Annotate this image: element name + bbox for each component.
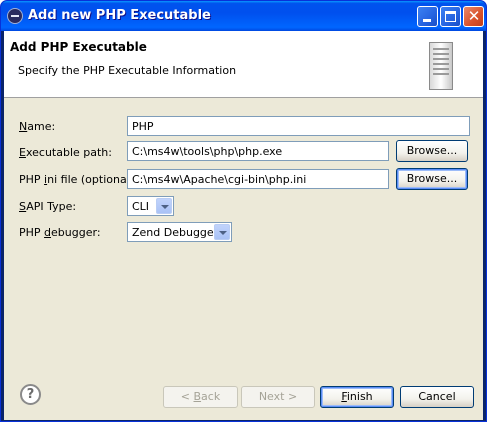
finish-button[interactable]: Finish [320,386,394,408]
name-input[interactable]: PHP [127,116,470,136]
browse-ini-button[interactable]: Browse... [396,168,468,190]
minimize-icon [423,19,431,22]
debugger-label: PHP debugger: [19,226,101,239]
maximize-button[interactable] [440,6,461,27]
executable-path-label: Executable path: [19,146,112,159]
sapi-type-value: CLI [132,200,150,213]
cancel-button[interactable]: Cancel [400,386,474,408]
debugger-value: Zend Debugger [132,226,219,239]
sapi-type-select[interactable]: CLI [127,196,174,216]
executable-path-input[interactable]: C:\ms4w\tools\php\php.exe [127,141,389,161]
name-label: Name: [19,120,56,133]
ini-file-input[interactable]: C:\ms4w\Apache\cgi-bin\php.ini [127,169,389,189]
next-button[interactable]: Next > [241,386,315,408]
back-button[interactable]: < Back [163,386,238,408]
title-bar[interactable]: Add new PHP Executable ✕ [1,1,486,31]
window-title: Add new PHP Executable [28,8,211,23]
chevron-down-icon[interactable] [156,198,172,214]
sapi-type-label: SAPI Type: [19,200,77,213]
maximize-icon [445,11,456,22]
header-subtitle: Specify the PHP Executable Information [18,64,237,77]
server-icon [429,42,453,90]
ini-file-label: PHP ini file (optional): [19,173,138,186]
chevron-down-icon[interactable] [214,224,230,240]
debugger-select[interactable]: Zend Debugger [127,222,232,242]
close-icon: ✕ [467,7,481,25]
dialog-window: Add new PHP Executable ✕ Add PHP Executa… [0,0,487,422]
help-icon[interactable]: ? [20,384,41,405]
eclipse-icon [7,8,23,24]
browse-executable-button[interactable]: Browse... [396,140,468,162]
minimize-button[interactable] [417,6,438,27]
header-title: Add PHP Executable [10,40,147,54]
dialog-body: Add PHP Executable Specify the PHP Execu… [4,31,483,420]
wizard-header: Add PHP Executable Specify the PHP Execu… [4,31,483,98]
close-button[interactable]: ✕ [463,6,484,27]
